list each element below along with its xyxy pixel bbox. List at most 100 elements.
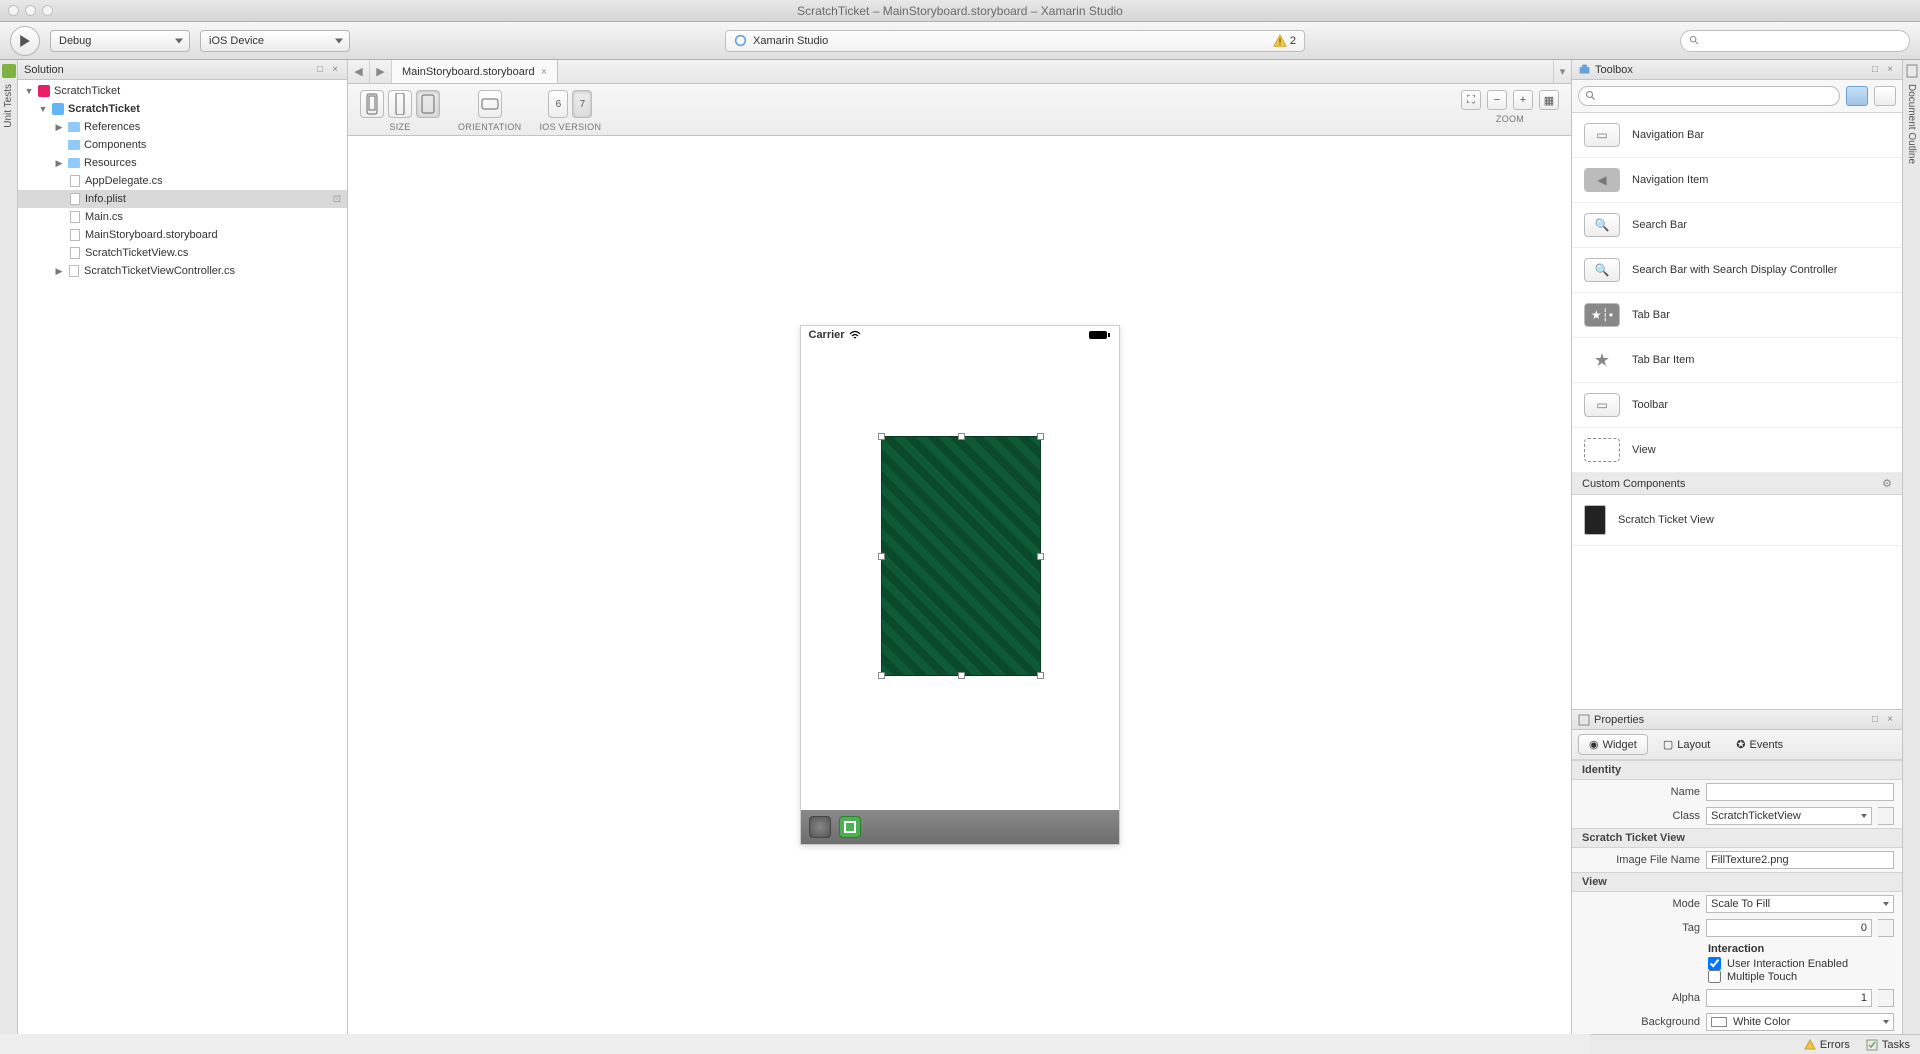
zoom-actual-button[interactable]: ▦: [1539, 90, 1559, 110]
zoom-out-button[interactable]: −: [1487, 90, 1507, 110]
unit-tests-label[interactable]: Unit Tests: [3, 84, 14, 128]
design-canvas[interactable]: Carrier: [348, 136, 1571, 1034]
tree-label: Info.plist: [85, 193, 126, 205]
tree-resources[interactable]: ▶ Resources: [18, 154, 347, 172]
global-search-field[interactable]: [1705, 35, 1901, 47]
orientation-landscape-button[interactable]: [478, 90, 502, 118]
disclosure-icon[interactable]: ▼: [38, 104, 48, 114]
unit-tests-icon[interactable]: [2, 64, 16, 78]
resize-handle-w[interactable]: [878, 553, 885, 560]
class-dropdown-button[interactable]: [1878, 807, 1894, 825]
device-select[interactable]: iOS Device: [200, 30, 350, 52]
resize-handle-se[interactable]: [1037, 672, 1044, 679]
document-outline-icon[interactable]: [1905, 64, 1919, 78]
disclosure-icon[interactable]: ▶: [54, 266, 64, 277]
tree-file-controller[interactable]: ▶ ScratchTicketViewController.cs: [18, 262, 347, 280]
tasks-button[interactable]: Tasks: [1866, 1039, 1910, 1051]
disclosure-icon[interactable]: ▼: [24, 86, 34, 96]
toolbox-item-tabbar[interactable]: ★┆•Tab Bar: [1572, 293, 1902, 338]
tab-close-button[interactable]: ×: [541, 66, 547, 78]
gear-icon[interactable]: ⚙: [1882, 477, 1892, 490]
tab-layout[interactable]: ▢Layout: [1652, 734, 1721, 755]
toolbox-list[interactable]: ▭Navigation Bar ◀Navigation Item 🔍Search…: [1572, 113, 1902, 709]
toolbox-item-toolbar[interactable]: ▭Toolbar: [1572, 383, 1902, 428]
alpha-input[interactable]: [1706, 989, 1872, 1007]
name-input[interactable]: [1706, 783, 1894, 801]
editor-tab[interactable]: MainStoryboard.storyboard ×: [392, 60, 558, 83]
multitouch-checkbox[interactable]: [1708, 970, 1721, 983]
global-search-input[interactable]: [1680, 30, 1910, 52]
warning-badge[interactable]: 2: [1273, 34, 1296, 48]
tree-project[interactable]: ▼ ScratchTicket: [18, 100, 347, 118]
tree-file-main[interactable]: Main.cs: [18, 208, 347, 226]
panel-close-button[interactable]: ×: [1884, 64, 1896, 76]
panel-autohide-button[interactable]: □: [314, 64, 326, 76]
prop-imagefile: Image File Name: [1572, 848, 1902, 872]
grid-view-button[interactable]: [1874, 86, 1896, 106]
viewcontroller-dock-icon[interactable]: [809, 816, 831, 838]
tag-input[interactable]: [1706, 919, 1872, 937]
mode-select[interactable]: Scale To Fill: [1706, 895, 1894, 913]
document-outline-label[interactable]: Document Outline: [1906, 84, 1917, 164]
toolbox-search-input[interactable]: [1578, 86, 1840, 106]
errors-button[interactable]: Errors: [1804, 1039, 1850, 1051]
panel-autohide-button[interactable]: □: [1869, 714, 1881, 726]
tree-root[interactable]: ▼ ScratchTicket: [18, 82, 347, 100]
tab-widget[interactable]: ◉Widget: [1578, 734, 1648, 755]
toolbox-item-scratchticketview[interactable]: Scratch Ticket View: [1572, 495, 1902, 546]
tag-stepper[interactable]: [1878, 919, 1894, 937]
panel-autohide-button[interactable]: □: [1869, 64, 1881, 76]
uie-checkbox[interactable]: [1708, 957, 1721, 970]
background-select[interactable]: White Color: [1706, 1013, 1894, 1031]
toolbox-item-view[interactable]: View: [1572, 428, 1902, 473]
disclosure-icon[interactable]: ▶: [54, 122, 64, 133]
tree-references[interactable]: ▶ References: [18, 118, 347, 136]
resize-handle-ne[interactable]: [1037, 433, 1044, 440]
scratch-ticket-view[interactable]: [881, 436, 1041, 676]
toolbox-item-navigationbar[interactable]: ▭Navigation Bar: [1572, 113, 1902, 158]
nav-forward-button[interactable]: ▶: [370, 60, 392, 83]
firstresponder-dock-icon[interactable]: [839, 816, 861, 838]
ios6-button[interactable]: 6: [548, 90, 568, 118]
ios7-button[interactable]: 7: [572, 90, 592, 118]
alpha-stepper[interactable]: [1878, 989, 1894, 1007]
class-select[interactable]: ScratchTicketView: [1706, 807, 1872, 825]
panel-close-button[interactable]: ×: [329, 64, 341, 76]
tree-file-storyboard[interactable]: MainStoryboard.storyboard: [18, 226, 347, 244]
resize-handle-nw[interactable]: [878, 433, 885, 440]
prop-label: Image File Name: [1580, 854, 1700, 866]
list-view-button[interactable]: [1846, 86, 1868, 106]
tree-file-appdelegate[interactable]: AppDelegate.cs: [18, 172, 347, 190]
size-tablet-button[interactable]: [416, 90, 440, 118]
resize-handle-s[interactable]: [958, 672, 965, 679]
size-phone-button[interactable]: [360, 90, 384, 118]
configuration-select[interactable]: Debug: [50, 30, 190, 52]
resize-handle-n[interactable]: [958, 433, 965, 440]
tab-dropdown-button[interactable]: ▾: [1553, 60, 1571, 83]
disclosure-icon[interactable]: ▶: [54, 158, 64, 169]
zoom-in-button[interactable]: +: [1513, 90, 1533, 110]
nav-back-button[interactable]: ◀: [348, 60, 370, 83]
tree-file-view[interactable]: ScratchTicketView.cs: [18, 244, 347, 262]
toolbox-item-tabbaritem[interactable]: ★Tab Bar Item: [1572, 338, 1902, 383]
toolbox-item-searchbar-controller[interactable]: 🔍Search Bar with Search Display Controll…: [1572, 248, 1902, 293]
resize-handle-sw[interactable]: [878, 672, 885, 679]
size-phone-tall-button[interactable]: [388, 90, 412, 118]
tree-label: ScratchTicketViewController.cs: [84, 265, 235, 277]
solution-tree[interactable]: ▼ ScratchTicket ▼ ScratchTicket ▶ Refere…: [18, 80, 347, 1034]
tree-file-infoplist[interactable]: Info.plist ⊡: [18, 190, 347, 208]
toolbox-item-searchbar[interactable]: 🔍Search Bar: [1572, 203, 1902, 248]
resize-handle-e[interactable]: [1037, 553, 1044, 560]
tree-components[interactable]: ▶ Components: [18, 136, 347, 154]
class-value: ScratchTicketView: [1711, 810, 1801, 822]
imagefile-input[interactable]: [1706, 851, 1894, 869]
right-panels: Toolbox □ × ▭Navigation Bar ◀Navigation …: [1572, 60, 1902, 1034]
row-action-button[interactable]: ⊡: [333, 194, 341, 205]
tab-events[interactable]: ✪Events: [1725, 734, 1794, 755]
phone-scene[interactable]: Carrier: [800, 325, 1120, 845]
tree-label: ScratchTicket: [54, 85, 120, 97]
run-button[interactable]: [10, 26, 40, 56]
toolbox-item-navigationitem[interactable]: ◀Navigation Item: [1572, 158, 1902, 203]
panel-close-button[interactable]: ×: [1884, 714, 1896, 726]
zoom-fit-button[interactable]: ⛶: [1461, 90, 1481, 110]
